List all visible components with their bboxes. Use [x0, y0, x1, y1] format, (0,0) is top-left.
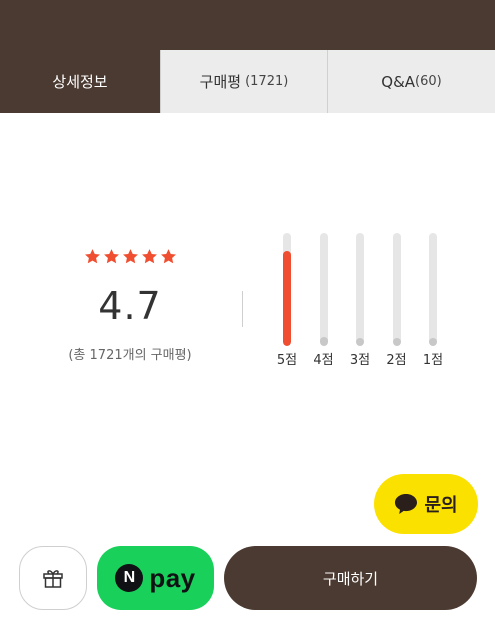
- rating-summary: 4.7 (총 1721개의 구매평): [50, 248, 210, 363]
- rating-bar-fill: [392, 338, 401, 346]
- star-icon: [122, 249, 138, 264]
- tab-detail-info[interactable]: 상세정보: [0, 50, 160, 113]
- rating-bar-label: 5점: [276, 353, 298, 368]
- naver-pay-logo: N: [115, 564, 144, 592]
- rating-bar-label: 4점: [313, 353, 334, 368]
- naver-pay-button[interactable]: N pay: [97, 546, 214, 610]
- inquiry-button[interactable]: 문의: [374, 474, 478, 534]
- tab-bar: 상세정보 구매평 (1721) Q&A (60): [0, 50, 495, 113]
- rating-bar-track: [429, 233, 437, 346]
- rating-bar-label: 3점: [349, 353, 371, 368]
- rating-bar-label: 1점: [422, 353, 444, 368]
- star-rating: [50, 248, 210, 268]
- naver-pay-text: pay: [149, 563, 196, 593]
- rating-bar-fill: [429, 338, 437, 346]
- rating-bar-track: [319, 233, 328, 346]
- buy-button-label: 구매하기: [322, 569, 379, 588]
- tab-reviews-label: 구매평: [199, 73, 242, 91]
- tab-detail-info-label: 상세정보: [52, 73, 108, 91]
- buy-button[interactable]: 구매하기: [224, 546, 477, 610]
- inquiry-label: 문의: [424, 495, 458, 516]
- rating-bar-track: [392, 233, 401, 346]
- star-icon: [160, 249, 176, 264]
- rating-bar-fill: [319, 337, 328, 346]
- summary-divider: [242, 291, 243, 327]
- star-icon: [84, 249, 100, 264]
- review-total-count: (총 1721개의 구매평): [68, 348, 192, 363]
- star-icon: [103, 249, 119, 264]
- rating-bar-track: [283, 233, 291, 346]
- rating-bar-track: [356, 233, 364, 346]
- top-header-bar: [0, 0, 495, 50]
- rating-bar-fill: [283, 251, 291, 346]
- rating-distribution: 5점 4점 3점 2점 1점: [271, 233, 451, 373]
- gift-icon: [43, 570, 63, 588]
- chat-bubble-icon: [395, 494, 418, 514]
- tab-reviews-count: (1721): [245, 74, 289, 89]
- gift-button[interactable]: [19, 546, 87, 610]
- average-score: 4.7: [98, 284, 162, 328]
- tab-qna[interactable]: Q&A (60): [327, 50, 495, 113]
- rating-bar-fill: [356, 338, 364, 346]
- tab-qna-label: Q&A: [381, 72, 416, 91]
- tab-qna-count: (60): [415, 74, 442, 89]
- star-icon: [141, 249, 157, 264]
- tab-reviews[interactable]: 구매평 (1721): [160, 50, 327, 113]
- rating-bar-label: 2점: [386, 353, 407, 368]
